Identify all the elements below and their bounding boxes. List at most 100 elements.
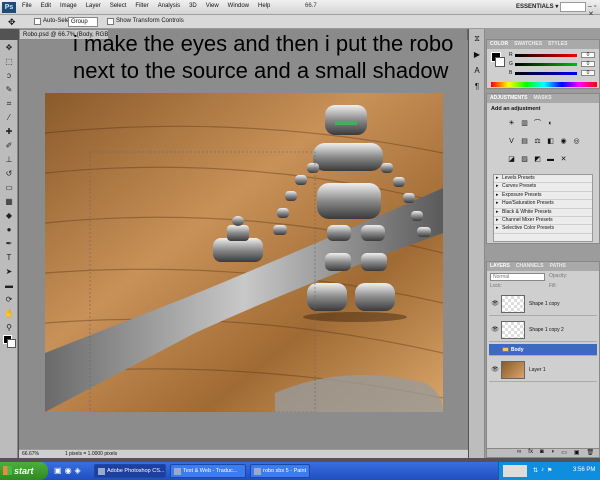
- green-slider[interactable]: [515, 63, 577, 66]
- tab-layers[interactable]: LAYERS: [490, 263, 510, 270]
- eye-icon[interactable]: 👁: [491, 326, 499, 333]
- black-white-icon[interactable]: ◧: [546, 137, 555, 146]
- red-slider[interactable]: [515, 54, 577, 57]
- network-icon[interactable]: ⇅: [533, 467, 538, 474]
- menu-filter[interactable]: Filter: [135, 3, 148, 9]
- marquee-icon[interactable]: ⬚: [2, 55, 16, 68]
- preset-exposure[interactable]: Exposure Presets: [494, 192, 592, 201]
- start-button[interactable]: start: [0, 462, 48, 480]
- path-select-icon[interactable]: ➤: [2, 265, 16, 278]
- search-field[interactable]: [560, 2, 586, 12]
- tab-channels[interactable]: CHANNELS: [516, 263, 544, 270]
- new-layer-icon[interactable]: ▣: [574, 449, 580, 457]
- gradient-icon[interactable]: ▦: [2, 195, 16, 208]
- quicklaunch-media-icon[interactable]: ◈: [75, 466, 81, 475]
- layer-row[interactable]: 👁 Shape 1 copy 2: [489, 318, 597, 342]
- tab-styles[interactable]: STYLES: [548, 41, 567, 48]
- layer-style-icon[interactable]: fx: [528, 449, 533, 457]
- history-icon[interactable]: ⧖: [471, 33, 483, 45]
- menu-edit[interactable]: Edit: [41, 3, 51, 9]
- preset-levels[interactable]: Levels Presets: [494, 175, 592, 184]
- curves-icon[interactable]: ⌒: [533, 119, 542, 128]
- vibrance-icon[interactable]: V: [507, 137, 516, 146]
- history-brush-icon[interactable]: ↺: [2, 167, 16, 180]
- selective-color-icon[interactable]: ✕: [559, 155, 568, 164]
- canvas-area[interactable]: i make the eyes and then i put the robo …: [19, 31, 468, 449]
- blue-slider[interactable]: [515, 72, 577, 75]
- preset-selective-color[interactable]: Selective Color Presets: [494, 225, 592, 234]
- photo-filter-icon[interactable]: ◉: [559, 137, 568, 146]
- tab-adjustments[interactable]: ADJUSTMENTS: [490, 95, 528, 102]
- tab-color[interactable]: COLOR: [490, 41, 508, 48]
- menu-3d[interactable]: 3D: [189, 3, 197, 9]
- bandwidth-widget[interactable]: [503, 465, 527, 477]
- crop-icon[interactable]: ⌗: [2, 97, 16, 110]
- security-icon[interactable]: ⚑: [547, 467, 552, 474]
- quicklaunch-browser-icon[interactable]: ◉: [65, 466, 72, 475]
- healing-icon[interactable]: ✚: [2, 125, 16, 138]
- color-spectrum[interactable]: [491, 82, 597, 87]
- eraser-icon[interactable]: ▭: [2, 181, 16, 194]
- menu-window[interactable]: Window: [228, 3, 249, 9]
- status-zoom[interactable]: 66.67%: [22, 451, 39, 457]
- hue-saturation-icon[interactable]: ▤: [520, 137, 529, 146]
- threshold-icon[interactable]: ◩: [533, 155, 542, 164]
- actions-icon[interactable]: ▶: [471, 49, 483, 61]
- gradient-map-icon[interactable]: ▬: [546, 155, 555, 164]
- menu-image[interactable]: Image: [60, 3, 77, 9]
- red-value[interactable]: 0: [581, 52, 595, 58]
- show-transform-checkbox[interactable]: [107, 18, 114, 25]
- adjustment-layer-icon[interactable]: ◑: [551, 449, 555, 457]
- new-group-icon[interactable]: ▭: [561, 449, 567, 457]
- menu-help[interactable]: Help: [258, 3, 270, 9]
- move-tool-icon[interactable]: ✥: [8, 17, 18, 27]
- clock[interactable]: 3:56 PM: [573, 467, 595, 473]
- zoom-icon[interactable]: ⚲: [2, 321, 16, 334]
- stamp-icon[interactable]: ⊥: [2, 153, 16, 166]
- auto-select-dropdown[interactable]: Group: [68, 17, 98, 27]
- posterize-icon[interactable]: ▨: [520, 155, 529, 164]
- layer-group-row[interactable]: Body: [489, 344, 597, 356]
- exposure-icon[interactable]: ◐: [546, 119, 555, 128]
- quicklaunch-desktop-icon[interactable]: ▣: [54, 466, 62, 475]
- tab-paths[interactable]: PATHS: [550, 263, 566, 270]
- preset-hue-saturation[interactable]: Hue/Saturation Presets: [494, 200, 592, 209]
- background-color-swatch[interactable]: [7, 339, 16, 348]
- menu-layer[interactable]: Layer: [86, 3, 101, 9]
- preset-channel-mixer[interactable]: Channel Mixer Presets: [494, 217, 592, 226]
- shape-icon[interactable]: ▬: [2, 279, 16, 292]
- menu-view[interactable]: View: [206, 3, 219, 9]
- paragraph-icon[interactable]: ¶: [471, 81, 483, 93]
- taskbar-item-browser[interactable]: Text & Web - Traduc...: [170, 464, 246, 478]
- link-layers-icon[interactable]: ∞: [517, 449, 521, 457]
- levels-icon[interactable]: ▥: [520, 119, 529, 128]
- move-icon[interactable]: ✥: [2, 41, 16, 54]
- auto-select-checkbox[interactable]: [34, 18, 41, 25]
- dodge-icon[interactable]: ●: [2, 223, 16, 236]
- hand-icon[interactable]: ✋: [2, 307, 16, 320]
- invert-icon[interactable]: ◪: [507, 155, 516, 164]
- brightness-icon[interactable]: ☀: [507, 119, 516, 128]
- background-color[interactable]: [495, 57, 505, 67]
- lasso-icon[interactable]: ↄ: [2, 69, 16, 82]
- channel-mixer-icon[interactable]: ◎: [572, 137, 581, 146]
- quick-select-icon[interactable]: ✎: [2, 83, 16, 96]
- character-icon[interactable]: A: [471, 65, 483, 77]
- photo-canvas[interactable]: [45, 93, 443, 412]
- layer-row[interactable]: 👁 Shape 1 copy: [489, 292, 597, 316]
- preset-black-white[interactable]: Black & White Presets: [494, 209, 592, 217]
- add-mask-icon[interactable]: ◙: [540, 449, 544, 457]
- volume-icon[interactable]: ♪: [541, 467, 544, 474]
- tab-swatches[interactable]: SWATCHES: [514, 41, 542, 48]
- menu-file[interactable]: File: [22, 3, 32, 9]
- menu-select[interactable]: Select: [110, 3, 127, 9]
- type-icon[interactable]: T: [2, 251, 16, 264]
- blue-value[interactable]: 0: [581, 70, 595, 76]
- eye-icon[interactable]: 👁: [491, 366, 499, 373]
- blend-mode-select[interactable]: Normal: [490, 273, 545, 281]
- menu-analysis[interactable]: Analysis: [158, 3, 180, 9]
- eye-icon[interactable]: 👁: [491, 300, 499, 307]
- brush-icon[interactable]: ✐: [2, 139, 16, 152]
- workspace-switcher[interactable]: ESSENTIALS ▾: [516, 3, 558, 10]
- preset-curves[interactable]: Curves Presets: [494, 183, 592, 192]
